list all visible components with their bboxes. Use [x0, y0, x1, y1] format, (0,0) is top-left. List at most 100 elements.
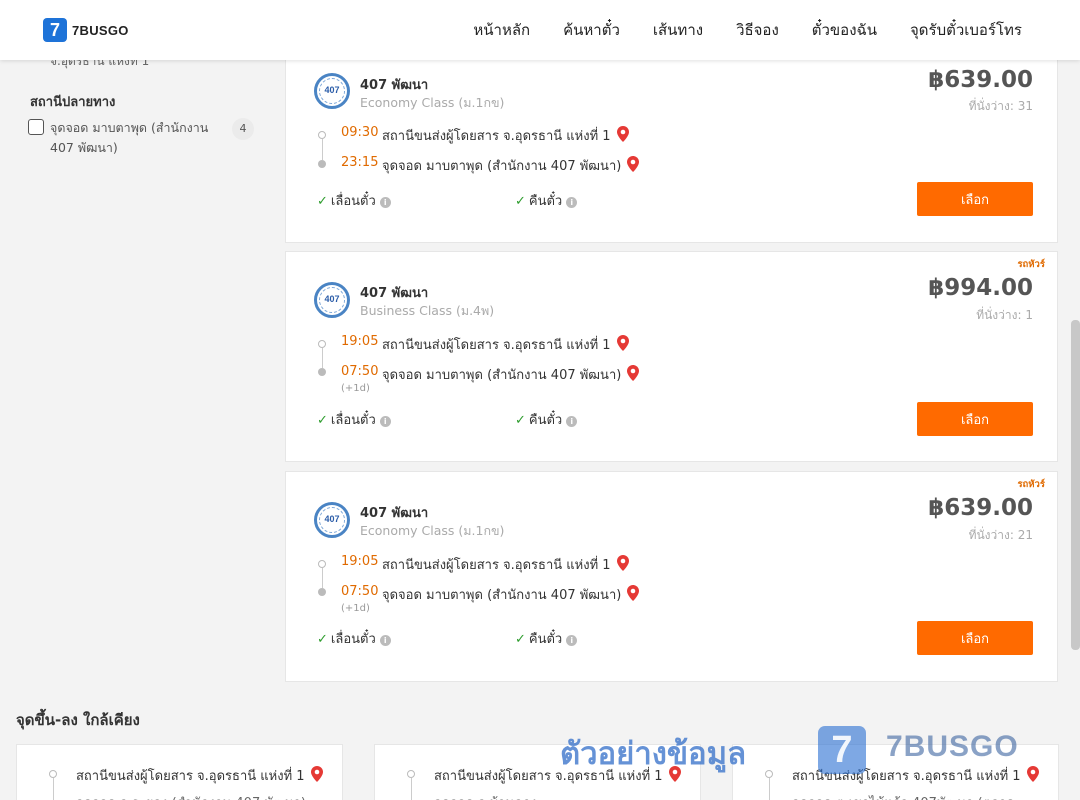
filter-count-badge: 4	[232, 118, 254, 140]
timeline-end-dot	[318, 588, 326, 596]
info-icon[interactable]: i	[566, 197, 578, 208]
map-pin-icon[interactable]	[627, 585, 640, 601]
destination-heading: สถานีปลายทาง	[30, 95, 116, 110]
map-pin-icon[interactable]	[627, 156, 640, 172]
seats-available: ที่นั่งว่าง: 21	[968, 528, 1033, 542]
select-trip-button[interactable]: เลือก	[917, 182, 1033, 216]
hot-badge: รถหัวร์	[1017, 259, 1045, 270]
page-scrollbar[interactable]	[1071, 320, 1080, 650]
check-icon: ✓	[317, 194, 328, 209]
depart-stop: สถานีขนส่งผู้โดยสาร จ.อุดรธานี แห่งที่ 1	[382, 125, 629, 146]
timeline-start-dot	[407, 770, 415, 778]
trip-card: รถหัวร์ 407 407 พัฒนา Business Class (ม.…	[285, 251, 1058, 462]
nearby-route-card[interactable]: สถานีขนส่งผู้โดยสาร จ.อุดรธานี แห่งที่ 1…	[16, 744, 343, 800]
operator-name: 407 พัฒนา	[360, 506, 429, 521]
timeline-line	[321, 348, 323, 368]
nav-my-tickets[interactable]: ตั๋วของฉัน	[812, 18, 877, 42]
watermark-text: ตัวอย่างข้อมูล	[560, 736, 747, 772]
info-icon[interactable]: i	[566, 635, 578, 646]
timeline-line	[410, 778, 412, 800]
timeline-start-dot	[318, 131, 326, 139]
hot-badge: รถหัวร์	[1017, 479, 1045, 490]
depart-stop: สถานีขนส่งผู้โดยสาร จ.อุดรธานี แห่งที่ 1	[382, 334, 629, 355]
trip-price: ฿639.00	[928, 67, 1033, 93]
operator-name: 407 พัฒนา	[360, 286, 429, 301]
trip-card: รถหัวร์ 407 407 พัฒนา Economy Class (ม.1…	[285, 471, 1058, 682]
reschedule-feature: ✓ เลื่อนตั๋ว i	[317, 628, 391, 649]
timeline-line	[321, 568, 323, 588]
nearby-to: จุดจอด จ.บ้านฉาง	[434, 792, 537, 800]
nearby-stops-title: จุดขึ้น-ลง ใกล้เคียง	[16, 711, 140, 729]
refund-feature: ✓ คืนตั๋ว i	[515, 190, 578, 211]
arrive-stop: จุดจอด มาบตาพุด (สำนักงาน 407 พัฒนา)	[382, 364, 640, 385]
depart-stop: สถานีขนส่งผู้โดยสาร จ.อุดรธานี แห่งที่ 1	[382, 554, 629, 575]
check-icon: ✓	[515, 632, 526, 647]
info-icon[interactable]: i	[379, 197, 391, 208]
filter-checkbox[interactable]	[28, 119, 44, 135]
select-trip-button[interactable]: เลือก	[917, 621, 1033, 655]
timeline-start-dot	[49, 770, 57, 778]
next-day-marker: (+1d)	[341, 603, 370, 614]
timeline-start-dot	[765, 770, 773, 778]
depart-time: 19:05	[341, 554, 379, 569]
nearby-to: จุดจอด ต.เขาไม้แก้ว 407พัฒนา (ตลาด	[792, 792, 1015, 800]
arrive-time: 07:50	[341, 584, 379, 599]
map-pin-icon[interactable]	[627, 365, 640, 381]
timeline-end-dot	[318, 160, 326, 168]
operator-logo: 407	[314, 282, 350, 318]
operator-logo: 407	[314, 502, 350, 538]
site-logo[interactable]: 7 7BUSGO	[43, 18, 129, 42]
timeline-end-dot	[318, 368, 326, 376]
logo-text: 7BUSGO	[72, 22, 129, 38]
reschedule-feature: ✓ เลื่อนตั๋ว i	[317, 190, 391, 211]
arrive-time: 23:15	[341, 155, 379, 170]
check-icon: ✓	[317, 413, 328, 428]
timeline-start-dot	[318, 340, 326, 348]
watermark-brand: 7BUSGO	[886, 730, 1019, 763]
check-icon: ✓	[515, 194, 526, 209]
nav-routes[interactable]: เส้นทาง	[653, 18, 703, 42]
map-pin-icon[interactable]	[616, 555, 629, 571]
seats-available: ที่นั่งว่าง: 31	[968, 99, 1033, 113]
map-pin-icon[interactable]	[616, 126, 629, 142]
refund-feature: ✓ คืนตั๋ว i	[515, 409, 578, 430]
seats-available: ที่นั่งว่าง: 1	[976, 308, 1033, 322]
bus-class: Economy Class (ม.1กข)	[360, 523, 505, 538]
trip-price: ฿639.00	[928, 495, 1033, 521]
trip-card: 407 407 พัฒนา Economy Class (ม.1กข) ฿639…	[285, 50, 1058, 243]
main-nav: หน้าหลัก ค้นหาตั๋ว เส้นทาง วิธีจอง ตั๋วข…	[473, 0, 1022, 60]
map-pin-icon[interactable]	[310, 766, 323, 782]
map-pin-icon[interactable]	[1026, 766, 1039, 782]
nearby-to: จุดจอด จ.ระยอง (สำนักงาน 407 พัฒนา)	[76, 792, 306, 800]
operator-logo: 407	[314, 73, 350, 109]
timeline-line	[52, 778, 54, 800]
info-icon[interactable]: i	[566, 416, 578, 427]
nav-pickup-phone[interactable]: จุดรับตั๋วเบอร์โทร	[910, 18, 1022, 42]
info-icon[interactable]: i	[379, 635, 391, 646]
next-day-marker: (+1d)	[341, 383, 370, 394]
top-header: 7 7BUSGO หน้าหลัก ค้นหาตั๋ว เส้นทาง วิธี…	[0, 0, 1080, 60]
bus-class: Business Class (ม.4พ)	[360, 303, 495, 318]
select-trip-button[interactable]: เลือก	[917, 402, 1033, 436]
timeline-start-dot	[318, 560, 326, 568]
nearby-from: สถานีขนส่งผู้โดยสาร จ.อุดรธานี แห่งที่ 1	[76, 765, 323, 786]
depart-time: 19:05	[341, 334, 379, 349]
nav-how-to-book[interactable]: วิธีจอง	[736, 18, 779, 42]
arrive-stop: จุดจอด มาบตาพุด (สำนักงาน 407 พัฒนา)	[382, 155, 640, 176]
check-icon: ✓	[317, 632, 328, 647]
trip-price: ฿994.00	[928, 275, 1033, 301]
info-icon[interactable]: i	[379, 416, 391, 427]
arrive-stop: จุดจอด มาบตาพุด (สำนักงาน 407 พัฒนา)	[382, 584, 640, 605]
depart-time: 09:30	[341, 125, 379, 140]
bus-class: Economy Class (ม.1กข)	[360, 95, 505, 110]
timeline-line	[768, 778, 770, 800]
timeline-line	[321, 139, 323, 160]
nav-home[interactable]: หน้าหลัก	[473, 18, 530, 42]
refund-feature: ✓ คืนตั๋ว i	[515, 628, 578, 649]
nav-search-ticket[interactable]: ค้นหาตั๋ว	[563, 18, 620, 42]
operator-name: 407 พัฒนา	[360, 78, 429, 93]
logo-mark: 7	[43, 18, 67, 42]
check-icon: ✓	[515, 413, 526, 428]
reschedule-feature: ✓ เลื่อนตั๋ว i	[317, 409, 391, 430]
map-pin-icon[interactable]	[616, 335, 629, 351]
